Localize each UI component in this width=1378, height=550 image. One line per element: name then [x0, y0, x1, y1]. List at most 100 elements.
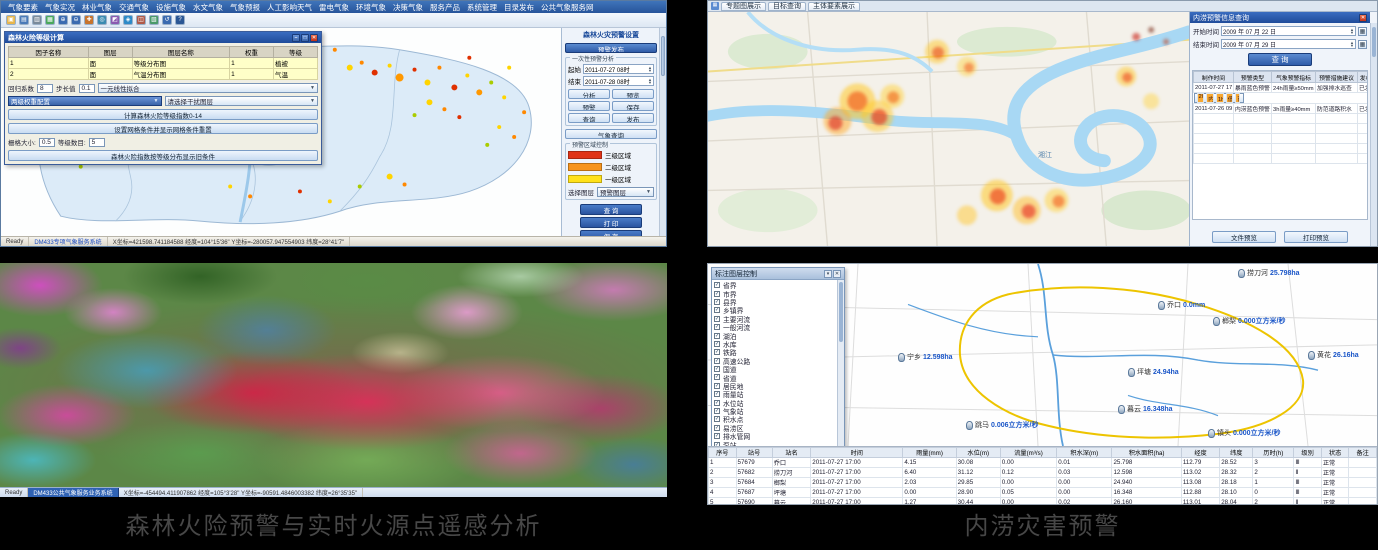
start-date-input[interactable]: 2009 年 07 月 22 日 ▲▼	[1221, 26, 1356, 36]
station-marker[interactable]: 跳马 0.006立方米/秒	[966, 420, 1038, 430]
end-date-input[interactable]: 2009 年 07 月 29 日 ▲▼	[1221, 39, 1356, 49]
checkbox-checked-icon[interactable]: ✓	[714, 333, 720, 339]
menu-item[interactable]: 气象预报	[227, 2, 263, 13]
tab[interactable]: 专题图展示	[721, 2, 766, 11]
station-marker[interactable]: 宁乡 12.598ha	[898, 352, 953, 362]
warning-layer-select[interactable]: 预警图层▼	[597, 187, 654, 197]
checkbox-checked-icon[interactable]: ✓	[714, 358, 720, 364]
toolbar-icon[interactable]: ⊖	[71, 15, 81, 25]
calendar-icon[interactable]: ▦	[1358, 40, 1367, 49]
calc-index-button[interactable]: 计算森林火险等级指数0-14	[8, 109, 318, 120]
menu-item[interactable]: 人工影响天气	[264, 2, 315, 13]
menu-item[interactable]: 公共气象服务网	[538, 2, 597, 13]
collapse-icon[interactable]: ▾	[824, 270, 832, 278]
zone-row[interactable]: 二级区域	[568, 162, 654, 172]
menu-item[interactable]: 气象实况	[42, 2, 78, 13]
menu-item[interactable]: 水文气象	[190, 2, 226, 13]
menu-item[interactable]: 环境气象	[353, 2, 389, 13]
menu-item[interactable]: 林业气象	[79, 2, 115, 13]
dialog-title-bar[interactable]: 森林火险等级计算 – □ ✕	[5, 32, 321, 43]
scrollbar-thumb[interactable]	[839, 282, 843, 342]
tab[interactable]: 主体要素展示	[808, 2, 860, 11]
table-row[interactable]: 357684榔梨2011-07-27 17:002.0329.850.000.0…	[709, 478, 1377, 488]
panel-scrollbar[interactable]	[1370, 23, 1377, 246]
file-preview-button[interactable]: 文件预览	[1212, 231, 1276, 243]
fire-map-area[interactable]: 长沙市 森林火险等级计算 – □ ✕ 因子名称图层图层名称权重等级1面等级分布图…	[1, 28, 561, 236]
table-row[interactable]	[1194, 154, 1369, 164]
zone-row[interactable]: 一级区域	[568, 174, 654, 184]
checkbox-checked-icon[interactable]: ✓	[714, 433, 720, 439]
panel-bottom-button[interactable]: 打 印	[580, 217, 642, 228]
menu-item[interactable]: 气象要素	[5, 2, 41, 13]
spinner-down-icon[interactable]: ▼	[648, 81, 652, 85]
station-marker[interactable]: 镇头 0.000立方米/秒	[1208, 428, 1280, 438]
action-button[interactable]: 预警	[568, 101, 610, 111]
flood-map-area[interactable]: 湘江	[708, 12, 1189, 246]
start-time-input[interactable]: 2011-07-27 08时 ▲▼	[583, 64, 654, 74]
station-marker[interactable]: 坪塘 24.94ha	[1128, 367, 1179, 377]
table-row[interactable]: 157679乔口2011-07-27 17:004.1530.080.000.0…	[709, 458, 1377, 468]
layer-list-scrollbar[interactable]	[837, 280, 844, 446]
calendar-icon[interactable]: ▦	[1358, 27, 1367, 36]
station-marker[interactable]: 榔梨 0.000立方米/秒	[1213, 316, 1285, 326]
menu-item[interactable]: 系统管理	[464, 2, 500, 13]
menu-item[interactable]: 雷电气象	[316, 2, 352, 13]
station-marker[interactable]: 暮云 16.348ha	[1118, 404, 1173, 414]
monitor-map-area[interactable]: 捞刀河 25.798ha 乔口 0.0mm 榔梨 0.000立方米/秒 宁乡 1…	[708, 264, 1377, 446]
station-marker[interactable]: 捞刀河 25.798ha	[1238, 268, 1300, 278]
weather-query-button[interactable]: 气象查询	[565, 129, 657, 139]
action-button[interactable]: 发布	[612, 113, 654, 123]
checkbox-checked-icon[interactable]: ✓	[714, 299, 720, 305]
weight-select[interactable]: 两级权重配置▼	[8, 96, 162, 106]
checkbox-checked-icon[interactable]: ✓	[714, 400, 720, 406]
action-button[interactable]: 查询	[568, 113, 610, 123]
toolbar-icon[interactable]: ↺	[162, 15, 172, 25]
station-marker[interactable]: 乔口 0.0mm	[1158, 300, 1205, 310]
fit-select[interactable]: 一元线性拟合▼	[98, 83, 319, 93]
toolbar-icon[interactable]: ▥	[32, 15, 42, 25]
zone-row[interactable]: 三级区域	[568, 150, 654, 160]
menu-item[interactable]: 目录发布	[501, 2, 537, 13]
layer-panel-title-bar[interactable]: 标注图层控制 ▾ ✕	[712, 268, 844, 280]
checkbox-checked-icon[interactable]: ✓	[714, 291, 720, 297]
interfere-layer-select[interactable]: 请选择干扰图层▼	[165, 96, 319, 106]
checkbox-checked-icon[interactable]: ✓	[714, 316, 720, 322]
table-row[interactable]: 557690暮云2011-07-27 17:001.2730.440.000.0…	[709, 498, 1377, 505]
checkbox-checked-icon[interactable]: ✓	[714, 324, 720, 330]
tab[interactable]: 目标查询	[768, 2, 806, 11]
checkbox-checked-icon[interactable]: ✓	[714, 366, 720, 372]
toolbar-icon[interactable]: ◩	[110, 15, 120, 25]
toolbar-icon[interactable]: ▤	[19, 15, 29, 25]
checkbox-checked-icon[interactable]: ✓	[714, 307, 720, 313]
checkbox-checked-icon[interactable]: ✓	[714, 349, 720, 355]
toolbar-icon[interactable]: ▧	[149, 15, 159, 25]
spinner-down-icon[interactable]: ▼	[1350, 31, 1354, 35]
table-row[interactable]: 1面等级分布图1植被	[9, 58, 318, 69]
menu-item[interactable]: 交通气象	[116, 2, 152, 13]
toolbar-icon[interactable]: ◎	[97, 15, 107, 25]
menu-item[interactable]: 设施气象	[153, 2, 189, 13]
table-row[interactable]	[1194, 134, 1369, 144]
grid-condition-button[interactable]: 设置网格条件并显示网格条件重置	[8, 123, 318, 134]
toolbar-icon[interactable]: ?	[175, 15, 185, 25]
station-marker[interactable]: 黄花 26.16ha	[1308, 350, 1359, 360]
panel-bottom-button[interactable]: 查 询	[580, 204, 642, 215]
menu-item[interactable]: 服务产品	[427, 2, 463, 13]
table-row[interactable]	[1194, 124, 1369, 134]
menu-item[interactable]: 决策气象	[390, 2, 426, 13]
table-row[interactable]: 257682捞刀河2011-07-27 17:006.4031.120.120.…	[709, 468, 1377, 478]
table-row[interactable]: 2011-07-26 09内涝蓝色预警3h雨量≥40mm防范道路积水已发	[1194, 104, 1369, 114]
checkbox-checked-icon[interactable]: ✓	[714, 341, 720, 347]
close-icon[interactable]: ✕	[1359, 14, 1367, 22]
panel-scrollbar[interactable]	[659, 28, 666, 236]
table-row[interactable]: 2面气温分布图1气温	[9, 69, 318, 80]
checkbox-checked-icon[interactable]: ✓	[714, 425, 720, 431]
coef-input[interactable]: 8	[37, 84, 53, 93]
close-icon[interactable]: ✕	[310, 34, 318, 42]
toolbar-icon[interactable]: ⊕	[58, 15, 68, 25]
spinner-down-icon[interactable]: ▼	[1350, 44, 1354, 48]
action-button[interactable]: 预览	[612, 89, 654, 99]
level-count-input[interactable]: 5	[89, 138, 105, 147]
step-input[interactable]: 0.1	[79, 84, 95, 93]
toolbar-icon[interactable]: ◈	[123, 15, 133, 25]
